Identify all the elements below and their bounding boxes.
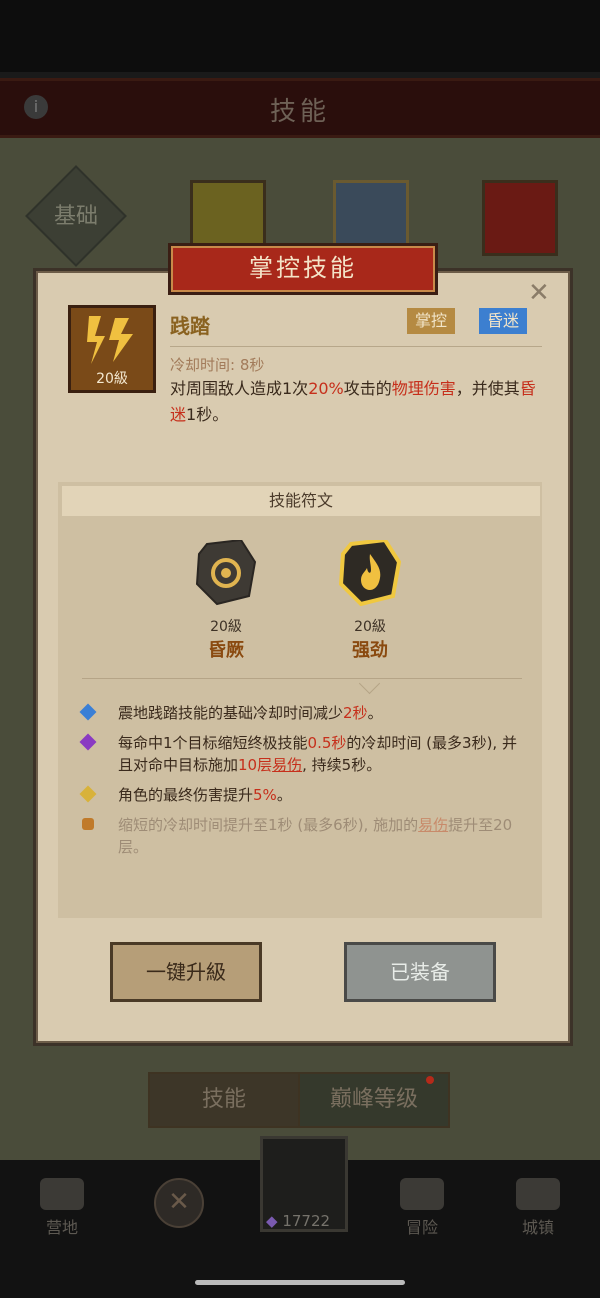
effect-text: 。 xyxy=(367,704,383,722)
modal-banner: 掌控技能 xyxy=(168,243,438,295)
purple-diamond-icon xyxy=(79,733,97,751)
skill-slot-3[interactable] xyxy=(482,180,558,256)
tag-stun: 昏迷 xyxy=(479,308,528,334)
rune-name: 强劲 xyxy=(352,640,388,661)
effect-text: 角色的最终伤害提升 xyxy=(118,786,254,804)
nav-castle-label: 城镇 xyxy=(521,1218,554,1237)
close-circle-icon[interactable]: ✕ xyxy=(154,1178,204,1228)
effect-text: 缩短的冷却时间提升至1秒 (最多6秒), 施加的 xyxy=(118,816,419,834)
status-bar xyxy=(0,0,600,72)
effect-text: 每命中1个目标缩短终极技能 xyxy=(118,734,308,752)
gem-icon: ◆ xyxy=(266,1212,278,1230)
effect-text: 震地践踏技能的基础冷却时间减少 xyxy=(118,704,344,722)
lock-icon xyxy=(82,818,94,830)
basic-tab-label: 基础 xyxy=(53,204,98,229)
vulnerable-link[interactable]: 易伤 xyxy=(272,756,302,774)
bottom-tabs: 技能 巅峰等级 xyxy=(0,1072,600,1132)
blue-diamond-icon xyxy=(79,703,97,721)
notification-dot xyxy=(426,1076,434,1084)
tag-control: 掌控 xyxy=(407,308,456,334)
effect-1: 震地践踏技能的基础冷却时间减少2秒。 xyxy=(79,702,522,724)
divider xyxy=(82,678,522,679)
effect-text: , 持续5秒。 xyxy=(302,756,382,774)
swirl-rune-icon xyxy=(195,538,257,606)
effect-3: 角色的最终伤害提升5%。 xyxy=(79,784,522,806)
desc-part: 1秒。 xyxy=(186,405,229,424)
rune-level: 20級 xyxy=(354,619,386,635)
nav-adventure-label: 冒险 xyxy=(405,1218,438,1237)
effect-value: 2秒 xyxy=(343,704,368,722)
skill-name: 践踏 xyxy=(170,314,210,338)
gold-diamond-icon xyxy=(79,785,97,803)
vulnerable-link[interactable]: 易伤 xyxy=(418,816,448,834)
effect-text: 。 xyxy=(276,786,292,804)
desc-part: 攻击的 xyxy=(343,379,392,398)
rune-level: 20級 xyxy=(210,619,242,635)
home-indicator xyxy=(195,1280,405,1285)
currency: ◆ 17722 xyxy=(266,1212,330,1230)
rune-strong[interactable]: 20級 强劲 xyxy=(330,537,410,662)
effect-4-locked: 缩短的冷却时间提升至1秒 (最多6秒), 施加的易伤提升至20层。 xyxy=(82,814,522,858)
tab-skills[interactable]: 技能 xyxy=(148,1072,300,1128)
rune-heading: 技能符文 xyxy=(62,486,540,516)
skill-description: 对周围敌人造成1次20%攻击的物理伤害，并使其昏迷1秒。 xyxy=(170,376,545,428)
effect-2: 每命中1个目标缩短终极技能0.5秒的冷却时间 (最多3秒), 并且对命中目标施加… xyxy=(79,732,522,776)
lightning-icon xyxy=(87,316,133,364)
rune-name: 昏厥 xyxy=(208,640,244,661)
nav-castle[interactable]: 城镇 xyxy=(498,1178,578,1238)
flame-rune-icon xyxy=(338,537,402,607)
nav-adventure[interactable]: 冒险 xyxy=(382,1178,462,1238)
map-icon xyxy=(400,1178,444,1210)
nav-bar: 营地 ✕ ◆ 17722 冒险 城镇 xyxy=(0,1136,600,1298)
currency-value: 17722 xyxy=(282,1212,331,1230)
effect-value: 0.5秒 xyxy=(307,734,347,752)
page-title: 技能 xyxy=(269,97,330,127)
desc-part: 对周围敌人造成1次 xyxy=(170,379,309,398)
modal-title: 掌控技能 xyxy=(249,254,357,282)
close-icon[interactable]: ✕ xyxy=(528,278,550,308)
tent-icon xyxy=(40,1178,84,1210)
nav-camp-label: 营地 xyxy=(45,1218,78,1237)
effect-value: 10层 xyxy=(238,756,273,774)
rune-faint[interactable]: 20級 昏厥 xyxy=(186,538,266,662)
skill-icon: 20級 xyxy=(68,305,156,393)
effect-value: 5% xyxy=(253,786,277,804)
desc-value: 20% xyxy=(308,379,344,398)
nav-camp[interactable]: 营地 xyxy=(22,1178,102,1238)
cooldown-text: 冷却时间: 8秒 xyxy=(170,356,265,374)
divider xyxy=(170,346,542,347)
desc-keyword: 物理伤害 xyxy=(391,379,456,398)
equipped-button[interactable]: 已装备 xyxy=(344,942,496,1002)
castle-icon xyxy=(516,1178,560,1210)
skill-level: 20級 xyxy=(96,371,128,387)
title-bar: i 技能 xyxy=(0,78,600,138)
upgrade-all-button[interactable]: 一键升級 xyxy=(110,942,262,1002)
desc-part: ，并使其 xyxy=(455,379,520,398)
